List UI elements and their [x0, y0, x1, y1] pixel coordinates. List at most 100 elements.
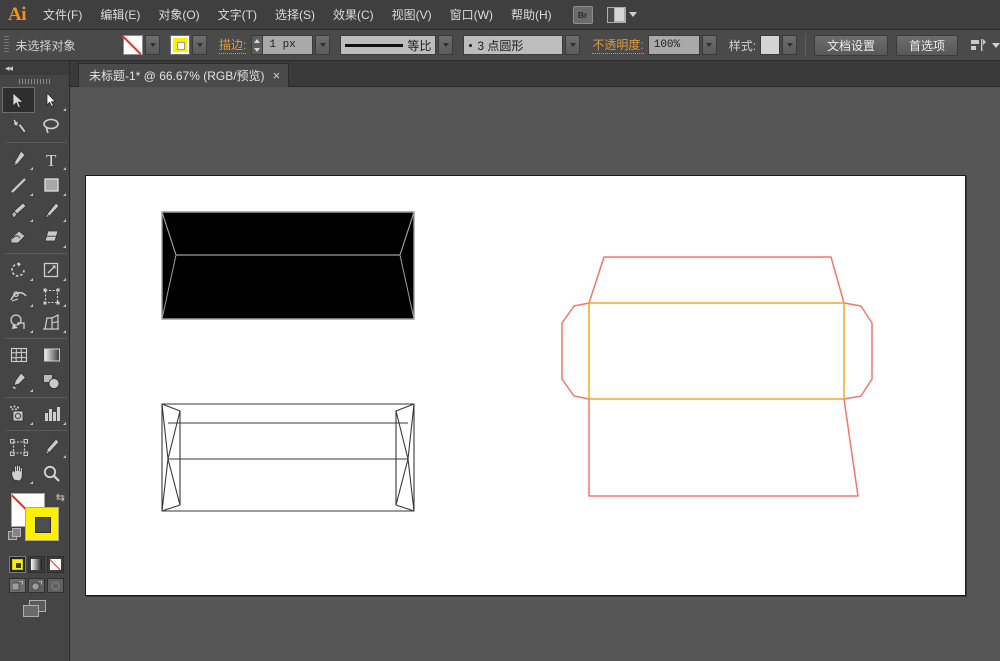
opacity-dropdown[interactable] — [702, 35, 717, 55]
fill-dropdown-button[interactable] — [145, 35, 160, 55]
gradient-button[interactable] — [28, 556, 45, 573]
stroke-control[interactable] — [170, 35, 207, 55]
opacity-label[interactable]: 不透明度: — [592, 36, 643, 54]
tools-panel-grip[interactable] — [0, 75, 69, 87]
menu-select[interactable]: 选择(S) — [266, 0, 324, 30]
fill-stroke-indicator: ⇆ — [0, 490, 70, 552]
graphic-style-dropdown[interactable] — [782, 35, 797, 55]
mesh-tool[interactable] — [2, 342, 35, 368]
menu-edit[interactable]: 编辑(E) — [91, 0, 149, 30]
slice-tool[interactable] — [35, 434, 68, 460]
menu-help[interactable]: 帮助(H) — [502, 0, 561, 30]
collapse-panel-icon[interactable]: ◂◂ — [5, 63, 12, 74]
gradient-tool[interactable] — [35, 342, 68, 368]
column-graph-tool[interactable] — [35, 401, 68, 427]
stroke-dropdown-button[interactable] — [192, 35, 207, 55]
stroke-weight-dropdown[interactable] — [315, 35, 330, 55]
artboard[interactable] — [85, 175, 966, 596]
draw-normal-button[interactable] — [9, 578, 26, 593]
brush-definition-control[interactable]: 3 点圆形 — [463, 35, 580, 55]
artboard-tool[interactable] — [2, 434, 35, 460]
eyedropper-tool[interactable] — [2, 368, 35, 394]
lasso-tool[interactable] — [35, 113, 68, 139]
wireframe-envelope-back[interactable] — [162, 404, 414, 511]
selection-status-label: 未选择对象 — [15, 37, 123, 54]
stroke-weight-label[interactable]: 描边: — [219, 36, 246, 54]
fill-control[interactable] — [123, 35, 160, 55]
stroke-weight-stepper[interactable]: 1 px — [251, 35, 330, 55]
shape-builder-tool[interactable] — [2, 309, 35, 335]
brush-definition-box[interactable]: 3 点圆形 — [463, 35, 563, 55]
stroke-weight-field[interactable]: 1 px — [263, 35, 313, 55]
menu-file[interactable]: 文件(F) — [34, 0, 91, 30]
width-tool[interactable] — [2, 283, 35, 309]
envelope-dieline[interactable] — [562, 257, 872, 496]
stroke-profile-label: 等比 — [407, 37, 431, 54]
paintbrush-tool[interactable] — [2, 198, 35, 224]
hand-tool[interactable] — [2, 460, 35, 486]
close-icon[interactable]: × — [273, 69, 281, 82]
tools-divider — [5, 142, 67, 143]
flyout-indicator-icon — [30, 330, 33, 333]
pencil-tool[interactable] — [35, 198, 68, 224]
black-envelope-front[interactable] — [162, 212, 414, 319]
workspace-icon — [607, 7, 626, 23]
blend-tool[interactable] — [35, 368, 68, 394]
menu-window[interactable]: 窗口(W) — [441, 0, 502, 30]
free-transform-tool[interactable] — [35, 283, 68, 309]
scale-tool[interactable] — [35, 257, 68, 283]
preferences-button[interactable]: 首选项 — [896, 35, 958, 56]
workspace-switcher[interactable] — [607, 7, 637, 23]
menu-items: 文件(F) 编辑(E) 对象(O) 文字(T) 选择(S) 效果(C) 视图(V… — [34, 0, 561, 30]
rotate-tool[interactable] — [2, 257, 35, 283]
document-setup-button[interactable]: 文档设置 — [814, 35, 888, 56]
align-chevron-down-icon[interactable] — [992, 43, 1000, 48]
direct-selection-tool[interactable] — [35, 87, 68, 113]
control-bar-grip[interactable] — [4, 36, 9, 54]
bridge-icon[interactable]: Br — [573, 6, 593, 24]
draw-inside-button[interactable] — [47, 578, 64, 593]
stroke-profile-dropdown[interactable] — [438, 35, 453, 55]
menu-effect[interactable]: 效果(C) — [324, 0, 383, 30]
menu-object[interactable]: 对象(O) — [149, 0, 208, 30]
selection-tool[interactable] — [2, 87, 35, 113]
zoom-tool[interactable] — [35, 460, 68, 486]
change-screen-mode-button[interactable] — [23, 600, 47, 618]
tools-panel-header[interactable]: ◂◂ — [0, 61, 69, 75]
illustrator-window: Ai 文件(F) 编辑(E) 对象(O) 文字(T) 选择(S) 效果(C) 视… — [0, 0, 1000, 661]
default-fill-stroke-icon[interactable] — [8, 528, 22, 541]
align-control[interactable] — [970, 38, 1000, 52]
fill-swatch[interactable] — [123, 35, 143, 55]
pen-tool[interactable] — [2, 146, 35, 172]
menu-view[interactable]: 视图(V) — [383, 0, 441, 30]
type-tool[interactable]: T — [35, 146, 68, 172]
eraser-tool[interactable] — [35, 224, 68, 250]
brush-definition-dropdown[interactable] — [565, 35, 580, 55]
flyout-indicator-icon — [63, 422, 66, 425]
flyout-indicator-icon — [30, 278, 33, 281]
align-icon[interactable] — [970, 38, 987, 52]
blob-brush-tool[interactable] — [2, 224, 35, 250]
flyout-indicator-icon — [63, 193, 66, 196]
canvas-workspace[interactable] — [71, 88, 1000, 661]
symbol-sprayer-tool[interactable] — [2, 401, 35, 427]
rectangle-tool[interactable] — [35, 172, 68, 198]
stroke-profile-control[interactable]: 等比 — [340, 35, 453, 55]
color-button[interactable] — [9, 556, 26, 573]
opacity-field[interactable]: 100% — [648, 35, 700, 55]
stroke-swatch[interactable] — [170, 35, 190, 55]
swap-fill-stroke-icon[interactable]: ⇆ — [56, 491, 65, 504]
stroke-color-swatch[interactable] — [25, 507, 59, 541]
opacity-control[interactable]: 100% — [648, 35, 717, 55]
graphic-style-swatch[interactable] — [760, 35, 780, 55]
magic-wand-tool[interactable] — [2, 113, 35, 139]
menu-type[interactable]: 文字(T) — [209, 0, 266, 30]
none-button[interactable] — [47, 556, 64, 573]
stroke-profile-box[interactable]: 等比 — [340, 35, 436, 55]
document-tab[interactable]: 未标题-1* @ 66.67% (RGB/预览) × — [78, 63, 289, 87]
graphic-style-control[interactable] — [760, 35, 797, 55]
line-segment-tool[interactable] — [2, 172, 35, 198]
draw-behind-button[interactable] — [28, 578, 45, 593]
perspective-grid-tool[interactable] — [35, 309, 68, 335]
stroke-weight-spinner[interactable] — [251, 35, 263, 55]
